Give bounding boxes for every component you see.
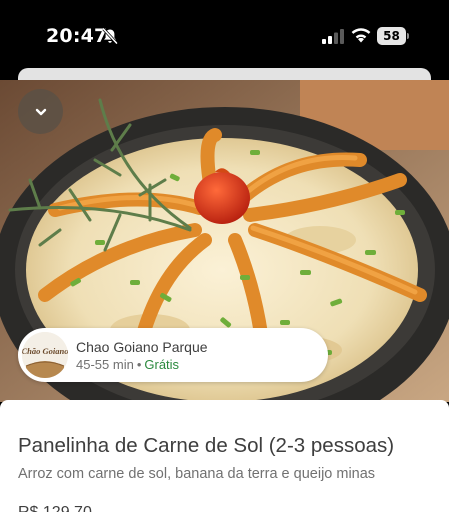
battery-indicator: 58: [377, 27, 409, 45]
chevron-down-icon: [35, 108, 46, 115]
wifi-icon: [351, 28, 371, 43]
dish-price: R$ 129,70: [18, 504, 92, 512]
meta-separator: •: [136, 357, 142, 372]
restaurant-logo: Chão Goiano: [22, 332, 68, 378]
status-time: 20:47: [46, 25, 108, 47]
delivery-time: 45-55 min: [76, 357, 134, 372]
collapse-button[interactable]: [18, 89, 63, 134]
status-bar: 20:47 58: [0, 0, 449, 68]
dish-title: Panelinha de Carne de Sol (2-3 pessoas): [18, 434, 395, 457]
svg-text:Chão Goiano: Chão Goiano: [22, 346, 68, 356]
delivery-fee: Grátis: [144, 357, 180, 372]
restaurant-name: Chao Goiano Parque: [76, 339, 208, 355]
dish-description: Arroz com carne de sol, banana da terra …: [18, 466, 376, 482]
restaurant-meta: 45-55 min • Grátis: [76, 357, 179, 372]
battery-level: 58: [383, 29, 400, 43]
restaurant-chip[interactable]: Chão Goiano Chao Goiano Parque 45-55 min…: [18, 328, 328, 382]
bell-slash-icon: [102, 27, 118, 45]
cellular-signal-icon: [322, 29, 344, 44]
dish-details: Panelinha de Carne de Sol (2-3 pessoas) …: [0, 400, 449, 512]
